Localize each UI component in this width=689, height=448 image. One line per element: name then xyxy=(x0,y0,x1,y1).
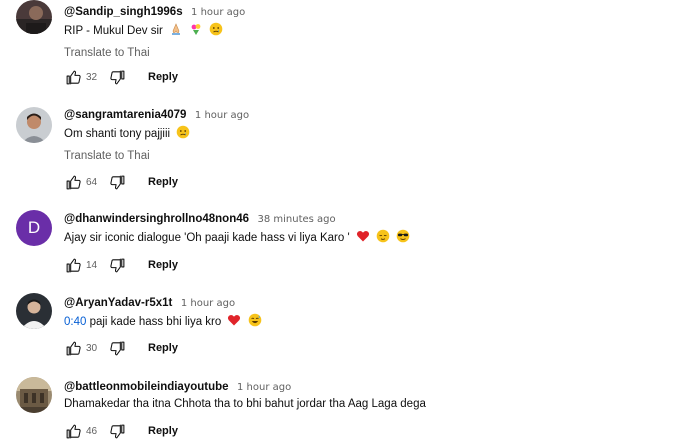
relieved-face-emoji-icon xyxy=(376,229,390,243)
avatar[interactable] xyxy=(16,377,52,413)
reply-button[interactable]: Reply xyxy=(148,71,178,83)
like-count: 64 xyxy=(86,176,98,188)
comment-text-row: Ajay sir iconic dialogue 'Oh paaji kade … xyxy=(64,229,679,246)
comment-text: paji kade hass bhi liya kro xyxy=(86,316,222,328)
comment-time[interactable]: 1 hour ago xyxy=(237,382,291,393)
photo-avatar-icon xyxy=(16,377,52,413)
sunglasses-face-emoji-icon xyxy=(396,229,410,243)
thumbs-down-icon[interactable] xyxy=(108,256,126,274)
photo-avatar-icon xyxy=(16,0,52,34)
thumbs-down-icon[interactable] xyxy=(108,422,126,440)
comment-text-row: 0:40 paji kade hass bhi liya kro xyxy=(64,313,679,330)
comment-time[interactable]: 1 hour ago xyxy=(191,7,245,18)
like-count: 30 xyxy=(86,342,98,354)
avatar[interactable] xyxy=(16,107,52,143)
translate-link[interactable]: Translate to Thai xyxy=(64,46,679,61)
comment-author[interactable]: @sangramtarenia4079 xyxy=(64,109,186,121)
thumbs-down-icon[interactable] xyxy=(108,68,126,86)
crying-face-emoji-icon xyxy=(210,22,223,36)
comment-text: RIP - Mukul Dev sir xyxy=(64,25,163,37)
comment-text-row: Dhamakedar tha itna Chhota tha to bhi ba… xyxy=(64,397,679,412)
photo-avatar-icon xyxy=(16,107,52,143)
reply-button[interactable]: Reply xyxy=(148,425,178,437)
thumbs-up-icon[interactable] xyxy=(64,339,82,357)
comment-text-row: RIP - Mukul Dev sir xyxy=(64,22,679,39)
thumbs-down-icon[interactable] xyxy=(108,173,126,191)
grinning-sweat-emoji-icon xyxy=(248,313,261,327)
comment-author[interactable]: @dhanwindersinghrollno48non46 xyxy=(64,213,249,225)
comment-time[interactable]: 1 hour ago xyxy=(181,298,235,309)
thumbs-up-icon[interactable] xyxy=(64,68,82,86)
comment-text: Ajay sir iconic dialogue 'Oh paaji kade … xyxy=(64,232,350,244)
reply-button[interactable]: Reply xyxy=(148,342,178,354)
like-count: 32 xyxy=(86,71,98,83)
red-heart-emoji-icon xyxy=(356,230,369,242)
reply-button[interactable]: Reply xyxy=(148,259,178,271)
thumbs-up-icon[interactable] xyxy=(64,256,82,274)
folded-hands-emoji-icon xyxy=(172,23,181,35)
thumbs-up-icon[interactable] xyxy=(64,173,82,191)
comment-text: Dhamakedar tha itna Chhota tha to bhi ba… xyxy=(64,398,426,410)
comment-text: Om shanti tony pajjiii xyxy=(64,128,171,140)
avatar[interactable] xyxy=(16,293,52,329)
like-count: 14 xyxy=(86,259,98,271)
like-count: 46 xyxy=(86,425,98,437)
thumbs-down-icon[interactable] xyxy=(108,339,126,357)
photo-avatar-icon xyxy=(16,293,52,329)
timestamp-link[interactable]: 0:40 xyxy=(64,316,86,328)
comment-time[interactable]: 1 hour ago xyxy=(195,110,249,121)
translate-link[interactable]: Translate to Thai xyxy=(64,149,679,164)
avatar[interactable]: D xyxy=(16,210,52,246)
comment-text-row: Om shanti tony pajjiii xyxy=(64,125,679,142)
avatar-letter: D xyxy=(27,218,41,237)
comment-time[interactable]: 38 minutes ago xyxy=(257,214,335,225)
red-heart-emoji-icon xyxy=(228,314,241,326)
comment-author[interactable]: @Sandip_singh1996s xyxy=(64,6,183,18)
thumbs-up-icon[interactable] xyxy=(64,422,82,440)
comment-author[interactable]: @AryanYadav-r5x1t xyxy=(64,297,172,309)
avatar[interactable] xyxy=(16,0,52,34)
crying-face-emoji-icon xyxy=(177,125,190,139)
reply-button[interactable]: Reply xyxy=(148,176,178,188)
bouquet-emoji-icon xyxy=(191,24,201,35)
comment-author[interactable]: @battleonmobileindiayoutube xyxy=(64,381,229,393)
